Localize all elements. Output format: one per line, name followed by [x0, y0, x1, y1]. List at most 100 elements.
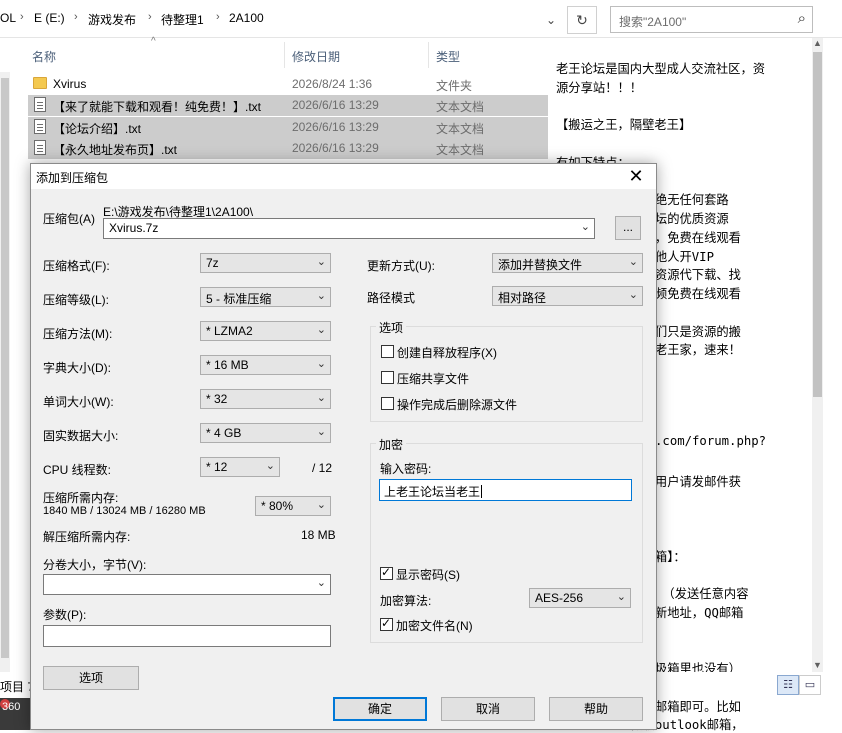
- solid-select[interactable]: * 4 GB ⌄: [200, 423, 331, 443]
- chevron-down-icon: ⌄: [316, 290, 326, 302]
- preview-line: 【搬运之王，隔壁老王】: [556, 118, 692, 133]
- scroll-up-icon[interactable]: ▲: [812, 38, 823, 48]
- chevron-down-icon: ⌄: [316, 426, 326, 438]
- decompress-memory-label: 解压缩所需内存:: [43, 530, 131, 544]
- text-file-icon: [34, 140, 46, 155]
- column-name[interactable]: 名称: [32, 48, 56, 65]
- preview-view-icon[interactable]: ▭: [799, 675, 821, 695]
- dialog-title: 添加到压缩包: [36, 171, 109, 185]
- scroll-thumb[interactable]: [813, 52, 822, 397]
- ok-button[interactable]: 确定: [333, 697, 427, 721]
- params-input[interactable]: [43, 625, 331, 647]
- chevron-down-icon: ⌄: [316, 324, 326, 336]
- encrypt-names-checkbox[interactable]: [380, 616, 393, 631]
- password-label: 输入密码:: [380, 462, 432, 476]
- word-select[interactable]: * 32 ⌄: [200, 389, 331, 409]
- chevron-right-icon: ›: [216, 11, 220, 23]
- file-row[interactable]: 【论坛介绍】.txt 2026/6/16 13:29 文本文档: [28, 117, 548, 138]
- file-type: 文本文档: [436, 100, 485, 114]
- left-scrollbar[interactable]: [0, 38, 10, 678]
- text-caret: [481, 485, 483, 498]
- file-type: 文件夹: [436, 79, 473, 93]
- path-select[interactable]: 相对路径 ⌄: [492, 286, 643, 306]
- encryption-group: 加密 输入密码: 上老王论坛当老王 显示密码(S) 加密算法: AES-256 …: [370, 436, 643, 643]
- file-row[interactable]: 【来了就能下载和观看！纯免费！】.txt 2026/6/16 13:29 文本文…: [28, 95, 548, 116]
- chevron-down-icon: ⌄: [265, 460, 275, 472]
- close-icon[interactable]: ✕: [626, 165, 646, 187]
- sfx-label[interactable]: 创建自释放程序(X): [397, 344, 497, 361]
- delete-source-checkbox[interactable]: [381, 397, 394, 410]
- search-placeholder: 搜索"2A100": [619, 15, 687, 29]
- threads-label: CPU 线程数:: [43, 463, 112, 477]
- chevron-down-icon[interactable]: ⌄: [581, 220, 590, 233]
- format-label: 压缩格式(F):: [43, 259, 110, 273]
- method-label: 压缩方法(M):: [43, 327, 113, 341]
- add-to-archive-dialog: 添加到压缩包 ✕ 压缩包(A) E:\游戏发布\待整理1\2A100\ Xvir…: [30, 163, 657, 730]
- help-button[interactable]: 帮助: [549, 697, 643, 721]
- sfx-checkbox[interactable]: [381, 345, 394, 358]
- search-icon[interactable]: ⌕: [798, 10, 806, 27]
- chevron-down-icon[interactable]: ⌄: [538, 9, 564, 31]
- level-select[interactable]: 5 - 标准压缩 ⌄: [200, 287, 331, 307]
- archive-name: Xvirus.7z: [109, 221, 159, 235]
- breadcrumb-item[interactable]: 待整理1: [161, 11, 204, 28]
- file-row[interactable]: Xvirus 2026/8/24 1:36 文件夹: [28, 74, 548, 95]
- breadcrumb-item[interactable]: 2A100: [229, 11, 264, 25]
- file-name: Xvirus: [53, 77, 87, 91]
- column-modified[interactable]: 修改日期: [292, 48, 340, 65]
- options-button[interactable]: 选项: [43, 666, 139, 690]
- file-date: 2026/6/16 13:29: [292, 98, 379, 112]
- search-input[interactable]: 搜索"2A100" ⌕: [610, 6, 813, 33]
- volume-size-combo[interactable]: ⌄: [43, 574, 331, 595]
- algorithm-select[interactable]: AES-256 ⌄: [529, 588, 631, 608]
- archive-name-combo[interactable]: Xvirus.7z ⌄: [103, 218, 595, 239]
- method-select[interactable]: * LZMA2 ⌄: [200, 321, 331, 341]
- taskbar: 360: [0, 698, 30, 730]
- threads-select[interactable]: * 12 ⌄: [200, 457, 280, 477]
- browse-button[interactable]: ...: [615, 216, 641, 240]
- dialog-titlebar: 添加到压缩包 ✕: [31, 164, 656, 189]
- column-type[interactable]: 类型: [436, 48, 460, 65]
- delete-source-label[interactable]: 操作完成后删除源文件: [397, 396, 517, 413]
- volume-label: 分卷大小，字节(V):: [43, 558, 147, 572]
- chevron-right-icon: ›: [148, 11, 152, 23]
- memory-percent-select[interactable]: * 80% ⌄: [255, 496, 331, 516]
- chevron-down-icon: ⌄: [616, 591, 626, 603]
- chevron-down-icon: ⌄: [316, 499, 326, 511]
- window-edge: [823, 38, 842, 730]
- details-view-icon[interactable]: ☷: [777, 675, 799, 695]
- dict-select[interactable]: * 16 MB ⌄: [200, 355, 331, 375]
- breadcrumb-item[interactable]: E (E:): [34, 11, 65, 25]
- level-label: 压缩等级(L):: [43, 293, 110, 307]
- refresh-icon[interactable]: ↻: [567, 6, 597, 34]
- path-value: 相对路径: [498, 291, 547, 305]
- method-value: * LZMA2: [206, 324, 253, 338]
- preview-scrollbar[interactable]: ▲ ▼: [812, 38, 823, 678]
- word-value: * 32: [206, 392, 228, 406]
- show-password-checkbox[interactable]: [380, 565, 393, 580]
- password-input[interactable]: 上老王论坛当老王: [379, 479, 632, 501]
- chevron-right-icon: ›: [20, 11, 24, 23]
- taskbar-badge: 360: [2, 701, 21, 713]
- show-password-label[interactable]: 显示密码(S): [396, 566, 460, 583]
- update-label: 更新方式(U):: [367, 259, 435, 273]
- file-row[interactable]: 【永久地址发布页】.txt 2026/6/16 13:29 文本文档: [28, 138, 548, 159]
- scroll-down-icon[interactable]: ▼: [812, 660, 823, 670]
- shared-files-label[interactable]: 压缩共享文件: [397, 370, 469, 387]
- decompress-memory-value: 18 MB: [301, 528, 336, 542]
- chevron-down-icon[interactable]: ⌄: [317, 576, 326, 589]
- preview-line: 老王论坛是国内大型成人交流社区，资: [556, 62, 766, 76]
- encrypt-names-label[interactable]: 加密文件名(N): [396, 617, 473, 634]
- memory-label: 压缩所需内存:: [43, 491, 119, 505]
- breadcrumb-item[interactable]: 游戏发布: [88, 11, 136, 28]
- update-select[interactable]: 添加并替换文件 ⌄: [492, 253, 643, 273]
- path-label: 路径模式: [367, 291, 416, 305]
- format-value: 7z: [206, 256, 219, 270]
- shared-files-checkbox[interactable]: [381, 371, 394, 384]
- cancel-button[interactable]: 取消: [441, 697, 535, 721]
- breadcrumb-item[interactable]: OL: [0, 11, 16, 25]
- chevron-down-icon: ⌄: [316, 358, 326, 370]
- format-select[interactable]: 7z ⌄: [200, 253, 331, 273]
- file-date: 2026/6/16 13:29: [292, 141, 379, 155]
- column-header: ^ 名称 修改日期 类型: [0, 36, 548, 72]
